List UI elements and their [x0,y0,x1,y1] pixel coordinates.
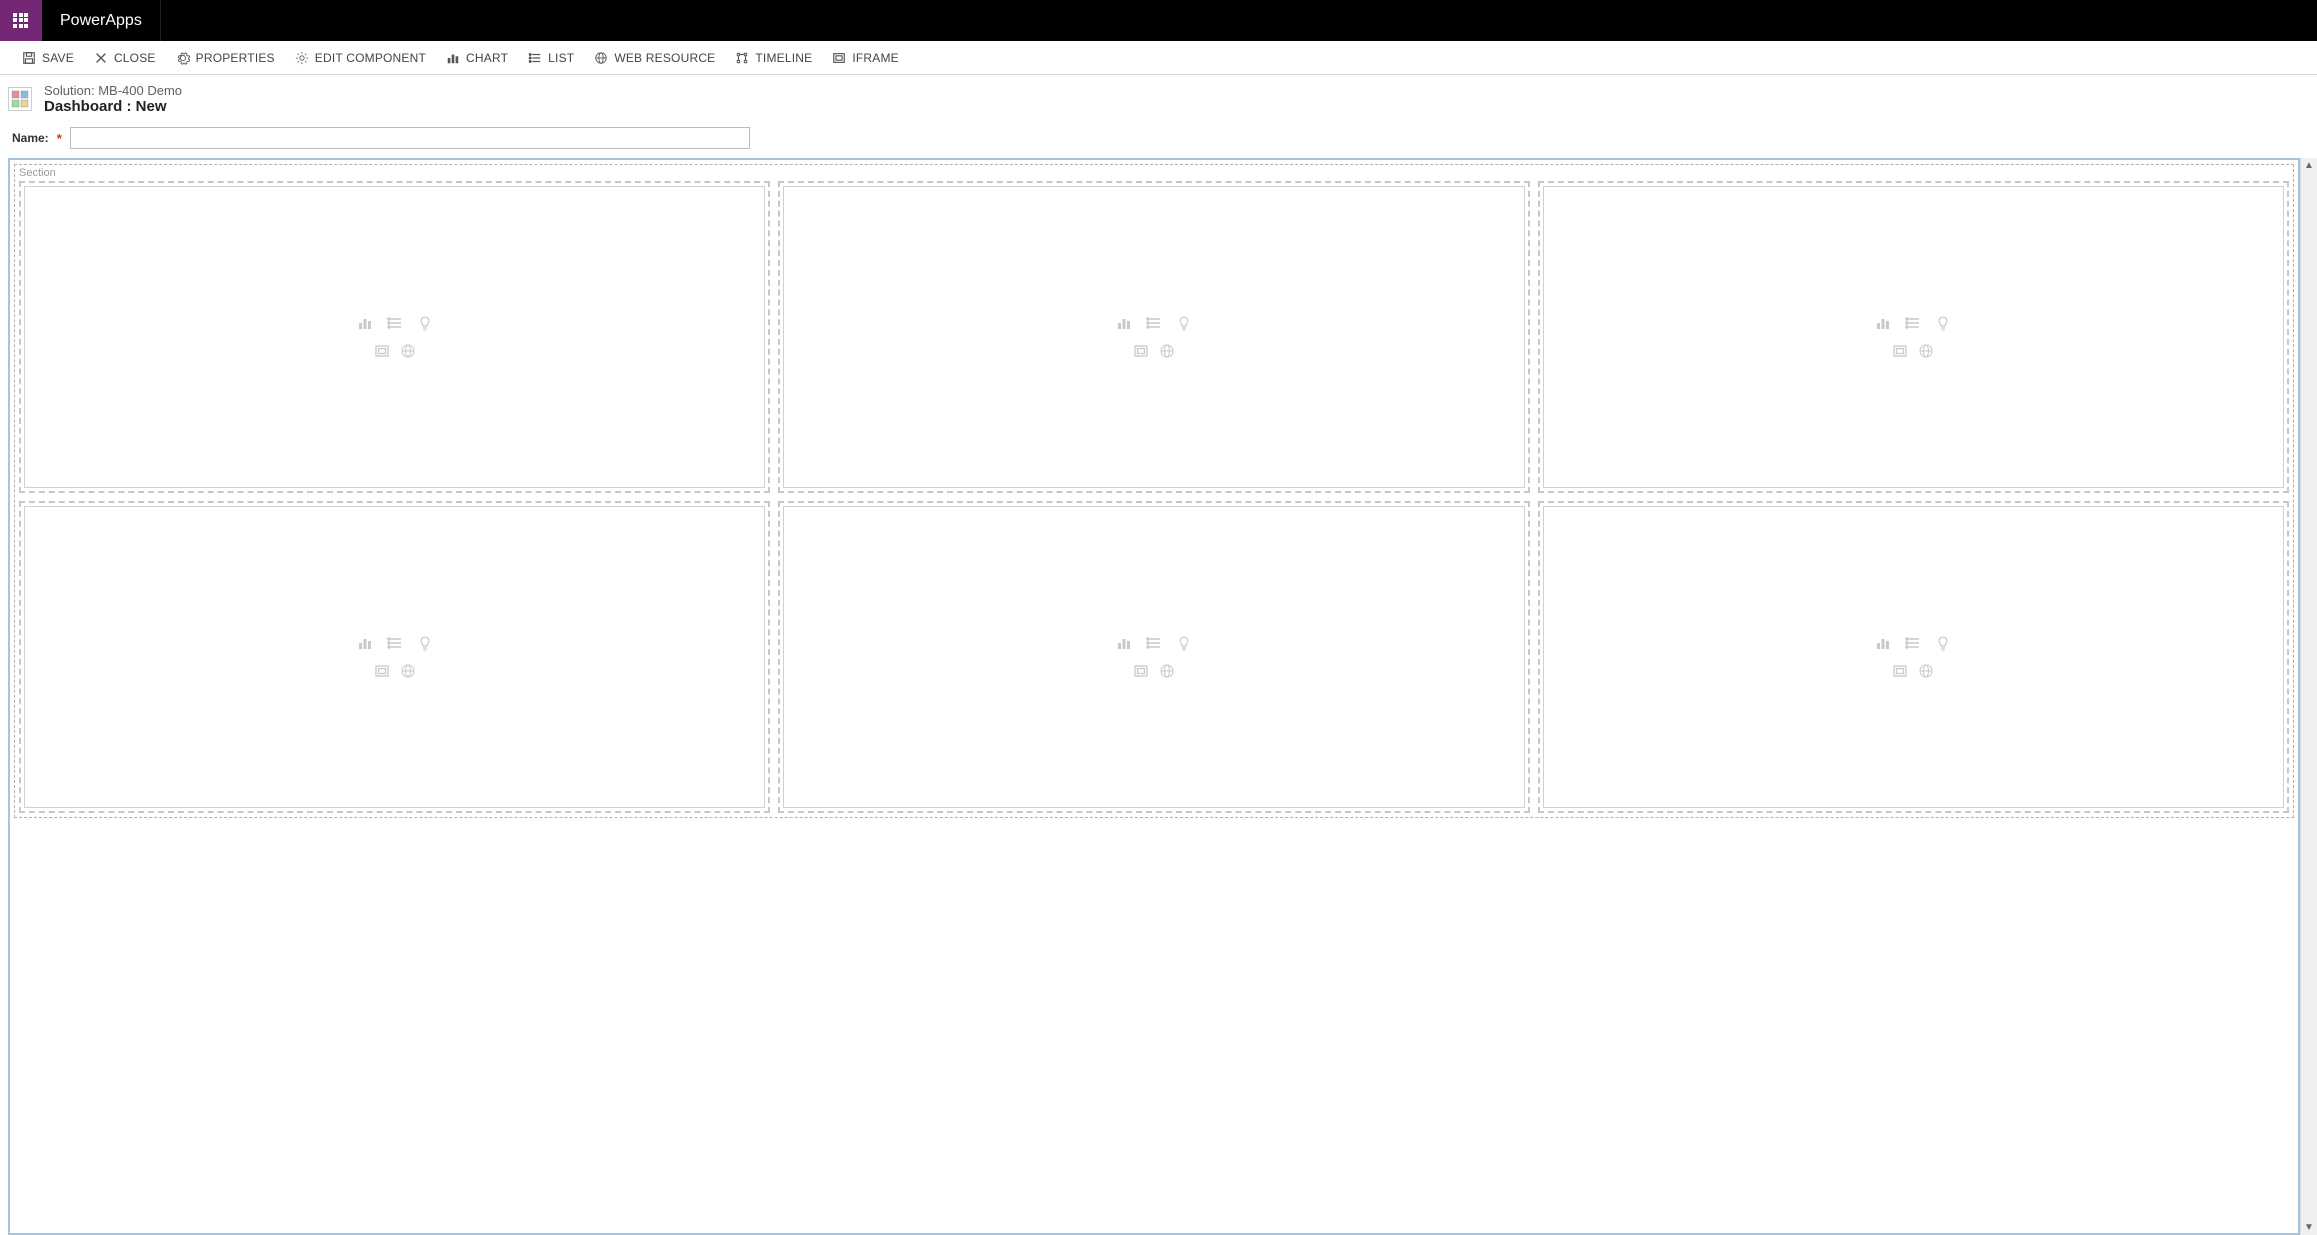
name-row: Name: * [0,121,2317,159]
insert-list-icon[interactable] [387,315,403,331]
component-placeholder [783,186,1524,488]
app-title: PowerApps [42,0,161,41]
name-input[interactable] [70,127,750,149]
save-label: SAVE [42,51,74,65]
list-icon [528,51,542,65]
gear-icon [176,51,190,65]
insert-list-icon[interactable] [1905,315,1921,331]
app-launcher-button[interactable] [0,0,42,41]
insert-iframe-icon[interactable] [1133,343,1149,359]
waffle-icon [13,13,29,29]
insert-iframe-icon[interactable] [1133,663,1149,679]
insert-webresource-icon[interactable] [1918,343,1934,359]
list-label: LIST [548,51,574,65]
component-slot[interactable] [1538,501,2289,813]
dashboard-entity-icon [8,87,32,111]
top-bar: PowerApps [0,0,2317,41]
chart-icon [446,51,460,65]
insert-iframe-icon[interactable] [1892,343,1908,359]
solution-line: Solution: MB-400 Demo [44,83,182,98]
insert-iframe-icon[interactable] [374,343,390,359]
insert-assistant-icon[interactable] [1935,635,1951,651]
iframe-label: IFRAME [852,51,899,65]
save-icon [22,51,36,65]
component-slot[interactable] [1538,181,2289,493]
section-label: Section [15,165,2293,181]
insert-list-icon[interactable] [387,635,403,651]
component-placeholder [1543,186,2284,488]
section-container[interactable]: Section [14,164,2294,818]
component-placeholder [24,506,765,808]
insert-assistant-icon[interactable] [1176,635,1192,651]
required-indicator: * [57,131,62,146]
close-button[interactable]: CLOSE [84,41,166,74]
insert-chart-icon[interactable] [357,635,373,651]
insert-list-icon[interactable] [1146,635,1162,651]
insert-chart-icon[interactable] [1875,315,1891,331]
command-bar: SAVE CLOSE PROPERTIES EDIT COMPONENT CHA… [0,41,2317,75]
insert-iframe-icon[interactable] [374,663,390,679]
timeline-icon [735,51,749,65]
component-placeholder [783,506,1524,808]
timeline-label: TIMELINE [755,51,812,65]
properties-button[interactable]: PROPERTIES [166,41,285,74]
web-resource-label: WEB RESOURCE [614,51,715,65]
save-button[interactable]: SAVE [12,41,84,74]
web-resource-button[interactable]: WEB RESOURCE [584,41,725,74]
list-button[interactable]: LIST [518,41,584,74]
chart-button[interactable]: CHART [436,41,518,74]
component-slot[interactable] [19,501,770,813]
scroll-up-icon[interactable]: ▲ [2304,158,2314,173]
component-placeholder [1543,506,2284,808]
component-slot[interactable] [19,181,770,493]
insert-webresource-icon[interactable] [1159,343,1175,359]
section-grid [15,181,2293,817]
dashboard-canvas[interactable]: Section [8,158,2300,1235]
page-header: Solution: MB-400 Demo Dashboard : New [0,75,2317,121]
edit-component-label: EDIT COMPONENT [315,51,426,65]
insert-list-icon[interactable] [1146,315,1162,331]
insert-webresource-icon[interactable] [1918,663,1934,679]
insert-chart-icon[interactable] [357,315,373,331]
vertical-scrollbar[interactable]: ▲ ▼ [2300,158,2317,1235]
insert-webresource-icon[interactable] [400,343,416,359]
properties-label: PROPERTIES [196,51,275,65]
globe-icon [594,51,608,65]
edit-component-button[interactable]: EDIT COMPONENT [285,41,436,74]
close-label: CLOSE [114,51,156,65]
insert-iframe-icon[interactable] [1892,663,1908,679]
name-label: Name: [12,131,49,145]
insert-assistant-icon[interactable] [1935,315,1951,331]
insert-assistant-icon[interactable] [417,635,433,651]
insert-chart-icon[interactable] [1116,315,1132,331]
insert-assistant-icon[interactable] [417,315,433,331]
page-title: Dashboard : New [44,98,182,115]
component-placeholder [24,186,765,488]
gear-icon [295,51,309,65]
component-slot[interactable] [778,181,1529,493]
insert-webresource-icon[interactable] [1159,663,1175,679]
iframe-button[interactable]: IFRAME [822,41,909,74]
insert-chart-icon[interactable] [1116,635,1132,651]
insert-list-icon[interactable] [1905,635,1921,651]
close-icon [94,51,108,65]
insert-webresource-icon[interactable] [400,663,416,679]
insert-assistant-icon[interactable] [1176,315,1192,331]
chart-label: CHART [466,51,508,65]
scroll-down-icon[interactable]: ▼ [2304,1220,2314,1235]
insert-chart-icon[interactable] [1875,635,1891,651]
timeline-button[interactable]: TIMELINE [725,41,822,74]
iframe-icon [832,51,846,65]
component-slot[interactable] [778,501,1529,813]
